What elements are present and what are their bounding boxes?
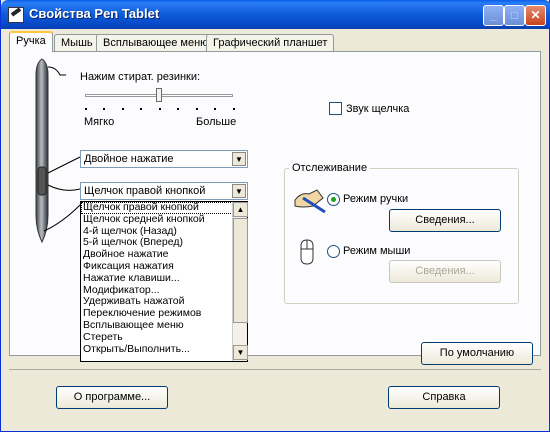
help-button[interactable]: Справка [388, 386, 500, 409]
pressure-min-label: Мягко [84, 116, 115, 128]
options-scrollbar[interactable]: ▲ ▼ [232, 202, 248, 361]
chevron-up-icon: ▲ [236, 205, 245, 214]
window-title: Свойства Pen Tablet [29, 6, 160, 21]
slider-ticks [85, 108, 235, 112]
lower-button-value: Щелчок правой кнопкой [84, 185, 206, 197]
default-button[interactable]: По умолчанию [421, 342, 533, 365]
minimize-icon: _ [490, 8, 497, 22]
scroll-down-button[interactable]: ▼ [233, 345, 248, 360]
pen-mode-radio[interactable] [327, 193, 340, 206]
pressure-max-label: Больше [196, 116, 237, 128]
tab-mouse[interactable]: Мышь [54, 34, 100, 52]
pen-hand-icon [294, 189, 326, 214]
upper-button-value: Двойное нажатие [84, 153, 174, 165]
pen-mode-label: Режим ручки [343, 193, 409, 205]
list-item[interactable]: Щелчок средней кнопкой [81, 213, 247, 226]
eraser-pressure-label: Нажим стират. резинки: [80, 71, 201, 83]
about-button[interactable]: О программе... [56, 386, 168, 409]
footer-divider [9, 369, 541, 370]
pen-mode-details-button[interactable]: Сведения... [389, 209, 501, 232]
list-item[interactable]: Нажатие клавиши... [81, 272, 247, 285]
chevron-down-icon[interactable]: ▼ [232, 152, 246, 166]
scroll-thumb[interactable] [233, 218, 248, 323]
upper-button-dropdown[interactable]: Двойное нажатие ▼ [80, 150, 248, 168]
tab-popup-menu[interactable]: Всплывающее меню [96, 34, 216, 52]
list-item[interactable]: Стереть [81, 331, 247, 344]
list-item[interactable]: Всплывающее меню [81, 319, 247, 332]
click-sound-label: Звук щелчка [346, 103, 410, 115]
minimize-button[interactable]: _ [483, 5, 504, 26]
list-item[interactable]: Фиксация нажатия [81, 260, 247, 273]
mouse-mode-label: Режим мыши [343, 245, 411, 257]
chevron-down-icon: ▼ [236, 348, 245, 357]
list-item[interactable]: Открыть/Выполнить... [81, 343, 247, 356]
scroll-up-button[interactable]: ▲ [233, 202, 248, 217]
chevron-down-icon[interactable]: ▼ [232, 184, 246, 198]
mouse-icon [300, 239, 314, 265]
tracking-group-title: Отслеживание [289, 162, 371, 174]
lower-button-options-list[interactable]: Щелчок правой кнопкой Щелчок средней кно… [80, 201, 248, 362]
maximize-icon: □ [510, 8, 519, 22]
pen-tablet-icon [8, 7, 24, 23]
close-button[interactable]: ✕ [525, 5, 546, 26]
close-icon: ✕ [530, 8, 541, 22]
maximize-button[interactable]: □ [504, 5, 525, 26]
eraser-pressure-slider[interactable] [85, 88, 233, 108]
pen-tablet-properties-window: Свойства Pen Tablet _ □ ✕ Ручка Мышь Всп… [0, 0, 550, 432]
mouse-mode-details-button[interactable]: Сведения... [389, 260, 501, 283]
click-sound-checkbox[interactable] [329, 102, 342, 115]
tab-tablet[interactable]: Графический планшет [206, 34, 335, 52]
mouse-mode-radio[interactable] [327, 245, 340, 258]
title-bar[interactable]: Свойства Pen Tablet _ □ ✕ [1, 0, 550, 29]
tab-pen[interactable]: Ручка [9, 31, 53, 52]
lower-button-dropdown[interactable]: Щелчок правой кнопкой ▼ [80, 182, 248, 200]
slider-thumb[interactable] [156, 88, 162, 102]
